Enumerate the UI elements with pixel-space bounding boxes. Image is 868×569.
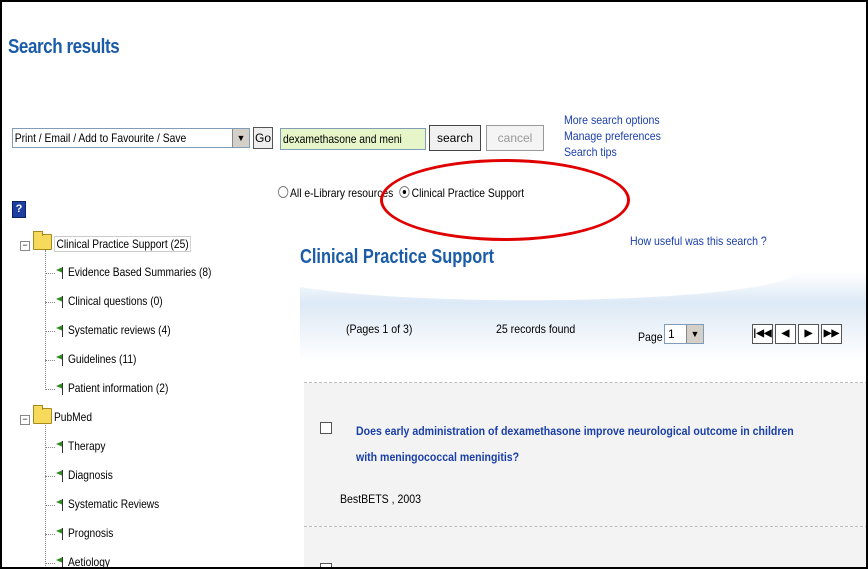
tree-folder-pubmed[interactable]: − PubMed bbox=[8, 404, 298, 433]
more-search-options-link[interactable]: More search options bbox=[564, 112, 661, 128]
results-panel: Clinical Practice Support How useful was… bbox=[300, 226, 866, 567]
window-frame: Search results Print / Email / Add to Fa… bbox=[0, 0, 868, 569]
chevron-down-icon[interactable]: ▼ bbox=[686, 325, 703, 343]
results-tree: − Clinical Practice Support (25) Evidenc… bbox=[8, 230, 298, 569]
first-page-icon[interactable]: |◀◀ bbox=[752, 324, 773, 344]
page-title: Search results bbox=[8, 36, 120, 58]
tree-item[interactable]: Patient information (2) bbox=[8, 375, 298, 404]
tree-item-label: Patient information (2) bbox=[68, 381, 169, 395]
flag-icon bbox=[56, 325, 64, 337]
tree-item-label: Clinical questions (0) bbox=[68, 294, 163, 308]
go-button[interactable]: Go bbox=[253, 127, 273, 149]
page-select-value: 1 bbox=[668, 327, 675, 341]
tree-item[interactable]: Systematic Reviews bbox=[8, 491, 298, 520]
radio-all-resources[interactable] bbox=[278, 186, 289, 198]
manage-preferences-link[interactable]: Manage preferences bbox=[564, 128, 661, 144]
search-input[interactable]: dexamethasone and meni bbox=[280, 128, 426, 150]
folder-icon bbox=[33, 405, 52, 424]
action-select-value: Print / Email / Add to Favourite / Save bbox=[14, 131, 187, 145]
chevron-down-icon[interactable]: ▼ bbox=[232, 129, 249, 147]
result-record bbox=[304, 527, 866, 567]
tree-item[interactable]: Evidence Based Summaries (8) bbox=[8, 259, 298, 288]
flag-icon bbox=[56, 383, 64, 395]
tree-item[interactable]: Prognosis bbox=[8, 520, 298, 549]
flag-icon bbox=[56, 354, 64, 366]
next-page-icon[interactable]: ▶ bbox=[798, 324, 819, 344]
results-heading: Clinical Practice Support bbox=[300, 246, 495, 268]
tree-item-label: Guidelines (11) bbox=[68, 352, 137, 366]
tree-item-label: Aetiology bbox=[68, 555, 110, 569]
help-icon[interactable]: ? bbox=[12, 201, 26, 218]
record-checkbox[interactable] bbox=[320, 563, 332, 567]
page-label: Page bbox=[638, 330, 663, 344]
search-button[interactable]: search bbox=[429, 125, 481, 151]
tree-item[interactable]: Aetiology bbox=[8, 549, 298, 569]
flag-icon bbox=[56, 499, 64, 511]
record-checkbox[interactable] bbox=[320, 422, 332, 434]
tree-item[interactable]: Diagnosis bbox=[8, 462, 298, 491]
flag-icon bbox=[56, 470, 64, 482]
action-select[interactable]: Print / Email / Add to Favourite / Save … bbox=[12, 128, 250, 148]
cancel-button[interactable]: cancel bbox=[486, 125, 544, 151]
radio-clinical-practice-support[interactable] bbox=[399, 186, 410, 198]
radio-clinical-practice-support-label: Clinical Practice Support bbox=[411, 186, 525, 200]
tree-item-label: Prognosis bbox=[68, 526, 114, 540]
folder-icon bbox=[33, 231, 52, 250]
record-title-link[interactable]: Does early administration of dexamethaso… bbox=[356, 418, 796, 470]
flag-icon bbox=[56, 267, 64, 279]
search-tips-link[interactable]: Search tips bbox=[564, 144, 661, 160]
search-links: More search options Manage preferences S… bbox=[564, 112, 674, 160]
tree-folder-label: PubMed bbox=[54, 410, 92, 424]
radio-all-resources-label: All e-Library resources bbox=[290, 186, 394, 200]
results-header-band bbox=[300, 272, 866, 362]
prev-page-icon[interactable]: ◀ bbox=[775, 324, 796, 344]
pages-indicator: (Pages 1 of 3) bbox=[346, 322, 413, 336]
tree-item[interactable]: Therapy bbox=[8, 433, 298, 462]
last-page-icon[interactable]: ▶▶ bbox=[821, 324, 842, 344]
flag-icon bbox=[56, 441, 64, 453]
record-source: BestBETS , 2003 bbox=[340, 492, 422, 506]
pagination-nav: |◀◀ ◀ ▶ ▶▶ bbox=[752, 324, 842, 344]
tree-item[interactable]: Clinical questions (0) bbox=[8, 288, 298, 317]
tree-item-label: Diagnosis bbox=[68, 468, 113, 482]
tree-item-label: Evidence Based Summaries (8) bbox=[68, 265, 212, 279]
tree-item-label: Systematic reviews (4) bbox=[68, 323, 171, 337]
tree-item[interactable]: Systematic reviews (4) bbox=[8, 317, 298, 346]
collapse-icon[interactable]: − bbox=[20, 241, 30, 251]
records-found: 25 records found bbox=[496, 322, 576, 336]
flag-icon bbox=[56, 528, 64, 540]
collapse-icon[interactable]: − bbox=[20, 415, 30, 425]
flag-icon bbox=[56, 296, 64, 308]
search-input-value: dexamethasone and meni bbox=[283, 132, 402, 146]
tree-folder-csp[interactable]: − Clinical Practice Support (25) bbox=[8, 230, 298, 259]
tree-item[interactable]: Guidelines (11) bbox=[8, 346, 298, 375]
tree-item-label: Therapy bbox=[68, 439, 106, 453]
tree-item-label: Systematic Reviews bbox=[68, 497, 160, 511]
flag-icon bbox=[56, 557, 64, 567]
scope-radio-group: All e-Library resources Clinical Practic… bbox=[278, 186, 524, 200]
page-select[interactable]: 1 ▼ bbox=[664, 324, 704, 344]
search-feedback-link[interactable]: How useful was this search ? bbox=[630, 234, 767, 248]
tree-folder-label: Clinical Practice Support (25) bbox=[54, 236, 192, 252]
